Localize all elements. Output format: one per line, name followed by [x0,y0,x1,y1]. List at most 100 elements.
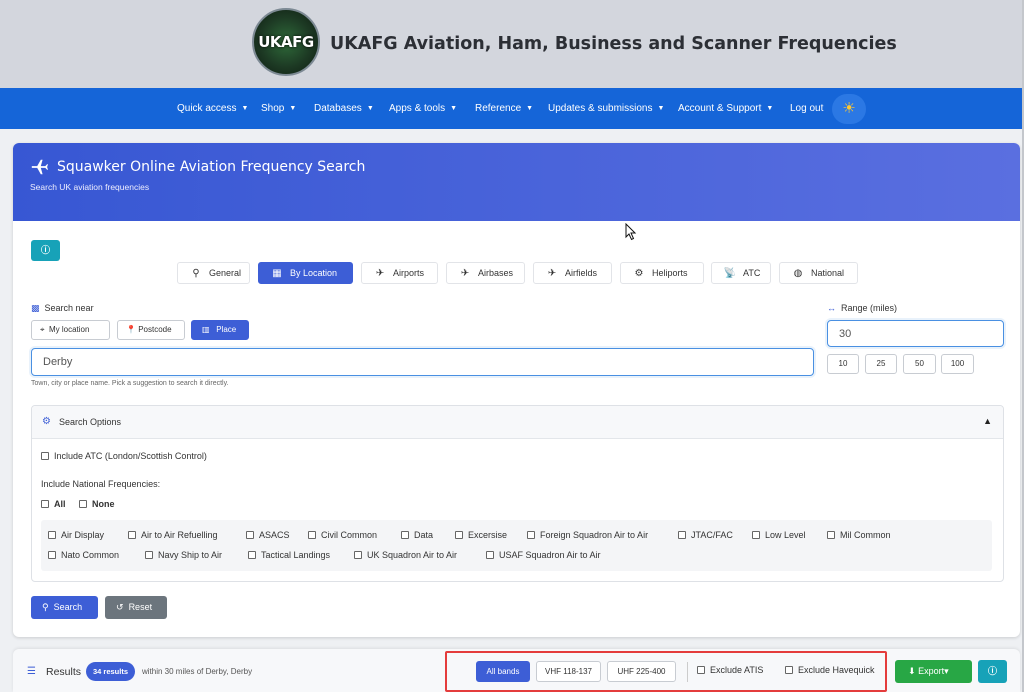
freq-label: Excersise [468,530,508,540]
checkbox-box[interactable] [455,531,463,539]
checkbox-box[interactable] [697,666,705,674]
band-vhf[interactable]: VHF 118-137 [536,661,601,682]
freq-checkbox[interactable]: Civil Common [308,530,377,541]
checkbox-box[interactable] [128,531,136,539]
tab-national[interactable]: ◍ National [779,262,858,284]
freq-checkbox[interactable]: Tactical Landings [248,550,330,561]
globe-icon: ◍ [793,268,803,279]
tab-airbases[interactable]: ✈ Airbases [446,262,525,284]
checkbox-box[interactable] [752,531,760,539]
search-button[interactable]: ⚲ Search [31,596,98,619]
nav-label: Log out [790,103,824,114]
checkbox-box[interactable] [41,452,49,460]
mode-my-location[interactable]: ⌖ My location [31,320,110,340]
tab-by-location[interactable]: ▦ By Location [258,262,353,284]
place-helper-text: Town, city or place name. Pick a suggest… [31,380,229,387]
freq-label: UK Squadron Air to Air [367,550,458,560]
search-near-label: ▩ Search near [31,303,94,314]
freq-checkbox[interactable]: Low Level [752,530,806,541]
freq-checkbox[interactable]: Mil Common [827,530,891,541]
nav-logout[interactable]: Log out [790,88,823,129]
nav-updates-submissions[interactable]: Updates & submissions ▼ [548,88,664,129]
freq-checkbox[interactable]: UK Squadron Air to Air [354,550,457,561]
crosshairs-icon: ⌖ [40,325,45,334]
freq-checkbox[interactable]: Data [401,530,433,541]
freq-label: USAF Squadron Air to Air [499,550,601,560]
chevron-down-icon: ▼ [766,105,774,112]
tab-airfields[interactable]: ✈ Airfields [533,262,612,284]
checkbox-box[interactable] [246,531,254,539]
checkbox-box[interactable] [48,531,56,539]
nav-reference[interactable]: Reference ▼ [475,88,533,129]
nav-quick-access[interactable]: Quick access ▼ [177,88,248,129]
info-button[interactable]: ⓘ [31,240,60,261]
place-input[interactable] [31,348,814,376]
mode-postcode[interactable]: 📍 Postcode [117,320,185,340]
export-button[interactable]: ⬇ Export▾ [895,660,972,683]
plane-departure-icon: ✈ [375,268,385,279]
checkbox-box[interactable] [248,551,256,559]
mode-place[interactable]: ▥ Place [191,320,249,340]
freq-checkbox[interactable]: Excersise [455,530,507,541]
tab-heliports[interactable]: ⚙ Heliports [620,262,704,284]
tab-atc[interactable]: 📡 ATC [711,262,771,284]
nav-account-support[interactable]: Account & Support ▼ [678,88,773,129]
info-icon: ⓘ [987,666,997,676]
checkbox-box[interactable] [527,531,535,539]
site-header: UKAFG UKAFG Aviation, Ham, Business and … [0,0,1022,88]
chevron-down-icon: ▼ [657,105,665,112]
freq-checkbox[interactable]: Air to Air Refuelling [128,530,218,541]
card-title: Squawker Online Aviation Frequency Searc… [57,159,366,175]
checkbox-box[interactable] [41,500,49,508]
freq-checkbox[interactable]: Foreign Squadron Air to Air [527,530,648,541]
divider [687,662,688,682]
freq-checkbox[interactable]: Navy Ship to Air [145,550,222,561]
freq-checkbox[interactable]: JTAC/FAC [678,530,733,541]
tab-label: General [209,268,242,278]
arrows-horizontal-icon: ↔ [827,303,836,313]
range-preset-50[interactable]: 50 [903,354,936,374]
national-none-checkbox[interactable]: None [79,499,115,510]
checkbox-box[interactable] [308,531,316,539]
nav-apps-tools[interactable]: Apps & tools ▼ [389,88,457,129]
checkbox-box[interactable] [79,500,87,508]
freq-checkbox[interactable]: Air Display [48,530,104,541]
exclude-havequick-checkbox[interactable]: Exclude Havequick [785,665,875,676]
checkbox-box[interactable] [827,531,835,539]
range-preset-25[interactable]: 25 [865,354,897,374]
range-preset-10[interactable]: 10 [827,354,859,374]
checkbox-box[interactable] [401,531,409,539]
freq-checkbox[interactable]: ASACS [246,530,290,541]
range-label: ↔ Range (miles) [827,303,897,313]
range-preset-100[interactable]: 100 [941,354,974,374]
search-options-header[interactable]: ⚙ Search Options ▲ [32,406,1003,439]
freq-checkbox[interactable]: Nato Common [48,550,119,561]
nav-shop[interactable]: Shop ▼ [261,88,296,129]
range-label-text: Range (miles) [841,303,898,313]
fighter-jet-icon: ✈ [460,268,470,279]
reset-button[interactable]: ↺ Reset [105,596,167,619]
freq-label: Mil Common [840,530,891,540]
nav-databases[interactable]: Databases ▼ [314,88,374,129]
checkbox-box[interactable] [486,551,494,559]
results-within-text: within 30 miles of Derby, Derby [142,667,253,676]
checkbox-box[interactable] [48,551,56,559]
checkbox-box[interactable] [354,551,362,559]
theme-toggle-button[interactable]: ☀ [832,94,866,124]
exclude-atis-checkbox[interactable]: Exclude ATIS [697,665,763,676]
results-info-button[interactable]: ⓘ [978,660,1007,683]
tab-airports[interactable]: ✈ Airports [361,262,438,284]
band-uhf[interactable]: UHF 225-400 [607,661,676,682]
caret-up-icon[interactable]: ▲ [983,416,992,426]
range-input[interactable] [827,320,1004,347]
checkbox-box[interactable] [145,551,153,559]
include-atc-checkbox[interactable]: Include ATC (London/Scottish Control) [41,451,207,462]
site-logo[interactable]: UKAFG [252,8,320,76]
freq-checkbox[interactable]: USAF Squadron Air to Air [486,550,601,561]
checkbox-box[interactable] [678,531,686,539]
tab-general[interactable]: ⚲ General [177,262,250,284]
checkbox-box[interactable] [785,666,793,674]
band-all[interactable]: All bands [476,661,530,682]
freq-label: ASACS [259,530,290,540]
national-all-checkbox[interactable]: All [41,499,66,510]
